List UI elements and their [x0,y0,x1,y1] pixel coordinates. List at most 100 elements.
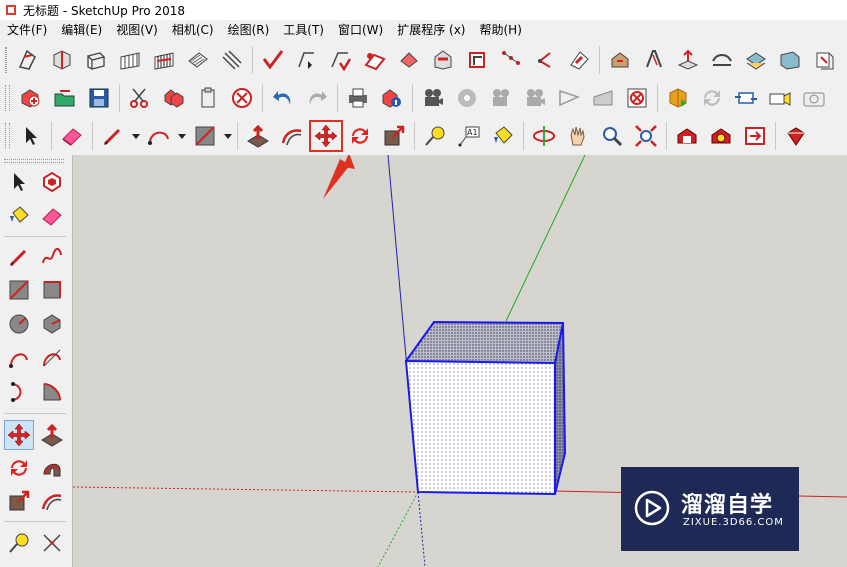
print-icon[interactable] [341,82,375,114]
walk-icon[interactable] [739,44,773,76]
orbit-icon[interactable] [527,120,561,152]
menu-edit[interactable]: 编辑(E) [54,21,109,40]
menu-help[interactable]: 帮助(H) [472,21,528,40]
line-icon[interactable] [4,242,34,272]
menu-view[interactable]: 视图(V) [109,21,165,40]
menu-window[interactable]: 窗口(W) [331,21,390,40]
text-icon[interactable]: A1 [452,120,486,152]
section-fill-icon[interactable] [586,82,620,114]
three-point-arc-icon[interactable] [4,377,34,407]
share-model-icon[interactable] [603,44,637,76]
monochrome-style-icon[interactable] [215,44,249,76]
eraser-icon[interactable] [55,120,89,152]
hidden-line-style-icon[interactable] [113,44,147,76]
menu-draw[interactable]: 绘图(R) [221,21,277,40]
look-around-icon[interactable] [773,44,807,76]
pan-icon[interactable] [561,120,595,152]
save-icon[interactable] [82,82,116,114]
front-view-icon[interactable] [807,44,841,76]
rotated-rectangle-icon[interactable] [37,275,67,305]
scale-icon[interactable] [4,486,34,516]
tape-measure-icon[interactable] [418,120,452,152]
offset-icon[interactable] [37,486,67,516]
new-file-icon[interactable] [14,82,48,114]
undo-icon[interactable] [266,82,300,114]
copy-icon[interactable] [841,44,847,76]
model-info-icon[interactable] [375,82,409,114]
select-icon[interactable] [14,120,48,152]
sandbox-icon[interactable] [797,82,831,114]
zoom-icon[interactable] [595,120,629,152]
layout-send-icon[interactable] [671,44,705,76]
component-icon[interactable] [37,167,67,197]
offset-icon[interactable] [275,120,309,152]
selected-cube[interactable] [404,320,567,496]
ruby-icon[interactable] [779,120,813,152]
extension-warehouse-icon[interactable] [637,44,671,76]
scale-icon[interactable] [377,120,411,152]
camera-film-icon[interactable] [416,82,450,114]
camera-film-4-icon[interactable] [518,82,552,114]
x-ray-face-style-icon[interactable] [11,44,45,76]
move-icon[interactable] [4,420,34,450]
section-display-icon[interactable] [620,82,654,114]
arc-icon[interactable] [142,120,176,152]
arc-dropdown-icon[interactable] [176,120,188,152]
warehouse-icon[interactable] [670,120,704,152]
section-cut-icon[interactable] [552,82,586,114]
add-location-icon[interactable] [661,82,695,114]
redo-icon[interactable] [300,82,334,114]
camera-film-2-icon[interactable] [450,82,484,114]
paste-icon[interactable] [191,82,225,114]
back-edges-style-icon[interactable] [45,44,79,76]
display-section-cuts-icon[interactable] [494,44,528,76]
freehand-icon[interactable] [37,242,67,272]
push-pull-icon[interactable] [37,420,67,450]
edges-style-icon[interactable] [256,44,290,76]
move-icon[interactable] [309,120,343,152]
menu-file[interactable]: 文件(F) [0,21,54,40]
menu-extensions[interactable]: 扩展程序 (x) [390,21,472,40]
polygon-icon[interactable] [37,309,67,339]
follow-me-icon[interactable] [37,453,67,483]
menu-tools[interactable]: 工具(T) [276,21,331,40]
rectangle-icon[interactable] [188,120,222,152]
rectangle-dropdown-icon[interactable] [222,120,234,152]
zoom-extents-icon[interactable] [629,120,663,152]
erase-icon[interactable] [225,82,259,114]
copy-icon[interactable] [157,82,191,114]
toolbar-grip[interactable] [5,123,10,149]
push-pull-section-icon[interactable] [392,44,426,76]
toolbar-grip[interactable] [5,85,10,111]
solid-tools-icon[interactable] [729,82,763,114]
warehouse-icon[interactable] [562,44,596,76]
cut-icon[interactable] [123,82,157,114]
display-section-planes-icon[interactable] [460,44,494,76]
extension-style-icon[interactable] [358,44,392,76]
toolbar-grip[interactable] [4,159,64,163]
select-icon[interactable] [4,167,34,197]
rotate-icon[interactable] [343,120,377,152]
profile-style-icon[interactable] [290,44,324,76]
arc-icon[interactable] [4,343,34,373]
extension-warehouse-icon[interactable] [704,120,738,152]
circle-icon[interactable] [4,309,34,339]
depth-cue-style-icon[interactable] [324,44,358,76]
toolbar-grip[interactable] [5,47,7,73]
open-file-icon[interactable] [48,82,82,114]
paint-bucket-icon[interactable] [486,120,520,152]
eraser-icon[interactable] [37,201,67,231]
layout-send-icon[interactable] [738,120,772,152]
tape-measure-icon[interactable] [4,528,34,558]
wireframe-style-icon[interactable] [79,44,113,76]
menu-camera[interactable]: 相机(C) [165,21,221,40]
section-plane-icon[interactable] [426,44,460,76]
pencil-dropdown-icon[interactable] [130,120,142,152]
two-point-arc-icon[interactable] [37,343,67,373]
model-viewport[interactable]: 溜溜自学 ZIXUE.3D66.COM [73,155,847,567]
shaded-textures-style-icon[interactable] [181,44,215,76]
pie-icon[interactable] [37,377,67,407]
push-pull-icon[interactable] [241,120,275,152]
rectangle-icon[interactable] [4,275,34,305]
paint-bucket-icon[interactable] [4,201,34,231]
